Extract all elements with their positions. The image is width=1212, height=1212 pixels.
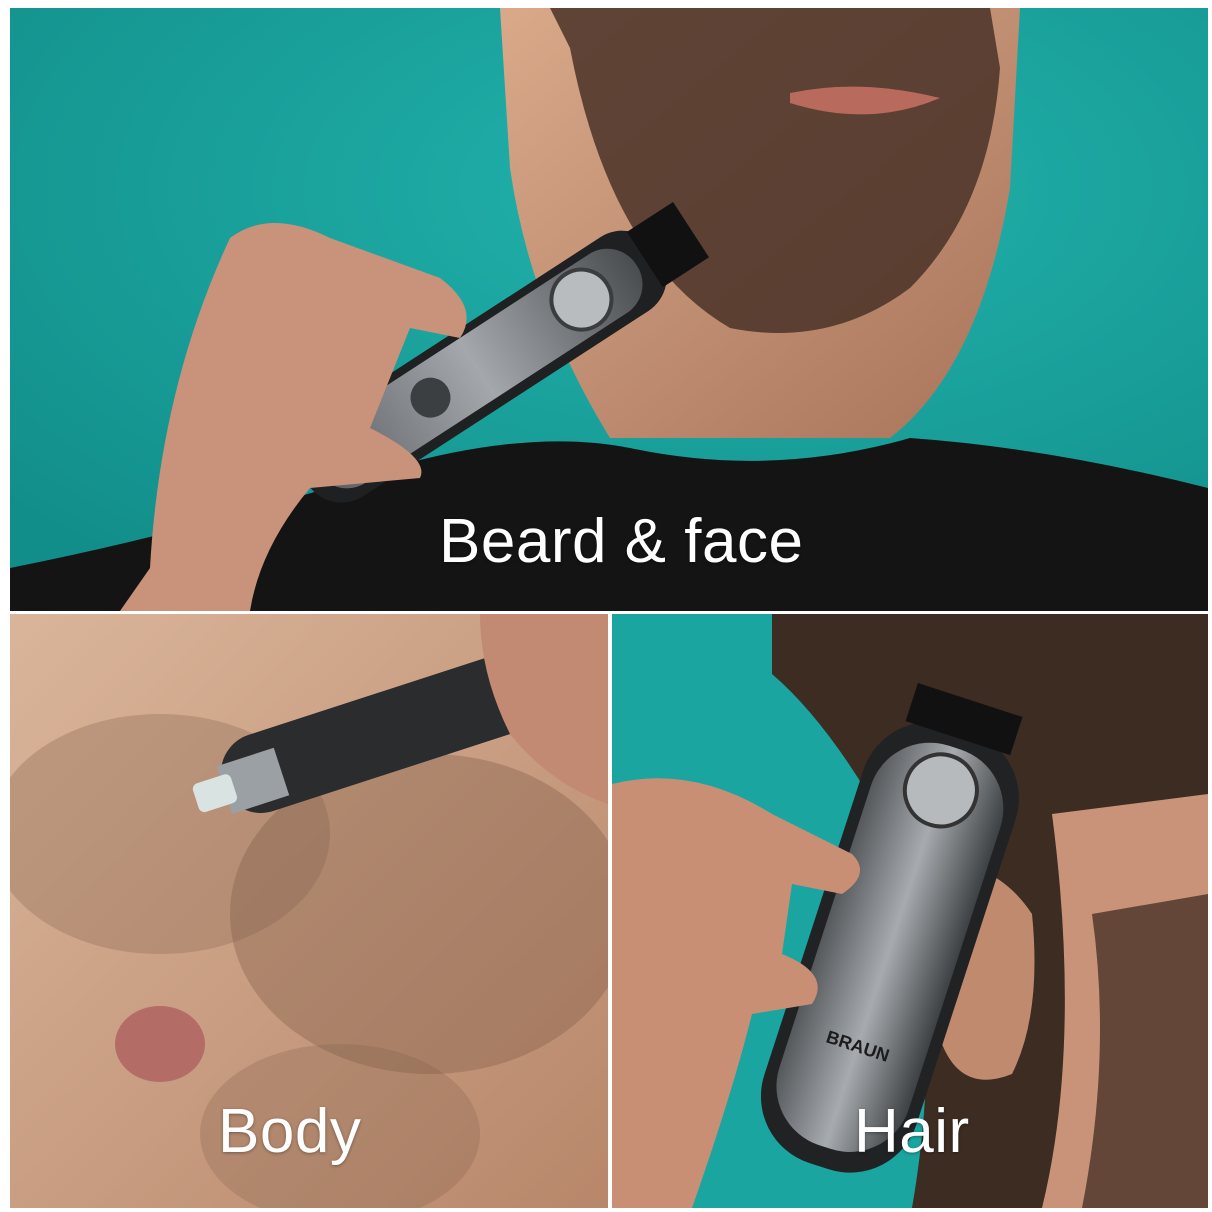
body-caption: Body: [218, 1097, 362, 1166]
hair-panel: BRAUN Hair: [612, 614, 1208, 1208]
body-panel: Body: [10, 614, 608, 1208]
product-image-collage: Beard & face Body BRAUN Hair: [0, 0, 1212, 1212]
beard-face-panel: Beard & face: [10, 8, 1208, 611]
hair-caption: Hair: [854, 1097, 970, 1166]
beard-face-caption: Beard & face: [439, 507, 804, 576]
